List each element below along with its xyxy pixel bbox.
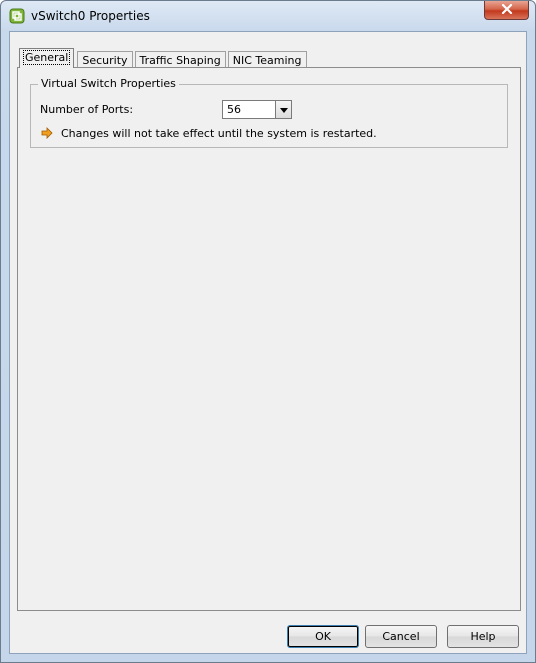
help-button[interactable]: Help [447,625,519,648]
warning-arrow-icon [41,127,53,139]
general-tab-panel: Virtual Switch Properties Number of Port… [17,67,521,611]
tab-nic-teaming[interactable]: NIC Teaming [227,51,307,68]
cancel-button[interactable]: Cancel [365,625,437,648]
tab-traffic-shaping[interactable]: Traffic Shaping [134,51,226,68]
dialog-client-area: General Security Traffic Shaping NIC Tea… [9,31,527,654]
close-button[interactable] [484,1,529,20]
group-title: Virtual Switch Properties [38,77,179,90]
title-bar[interactable]: vSwitch0 Properties [1,1,535,31]
number-of-ports-label: Number of Ports: [40,103,134,116]
tab-strip: General Security Traffic Shaping NIC Tea… [19,48,309,68]
tab-general[interactable]: General [19,48,75,68]
restart-warning-text: Changes will not take effect until the s… [61,127,377,140]
chevron-down-icon [279,103,288,116]
tab-security[interactable]: Security [77,51,133,68]
dialog-window: vSwitch0 Properties General Security Tra… [0,0,536,663]
virtual-switch-properties-group: Virtual Switch Properties Number of Port… [30,77,508,148]
window-title: vSwitch0 Properties [31,9,150,23]
dropdown-arrow-button[interactable] [275,101,291,118]
number-of-ports-dropdown[interactable]: 56 [222,100,292,119]
number-of-ports-value: 56 [227,103,241,116]
close-icon [501,3,513,17]
vmware-icon [9,8,25,24]
ok-button[interactable]: OK [287,625,359,648]
